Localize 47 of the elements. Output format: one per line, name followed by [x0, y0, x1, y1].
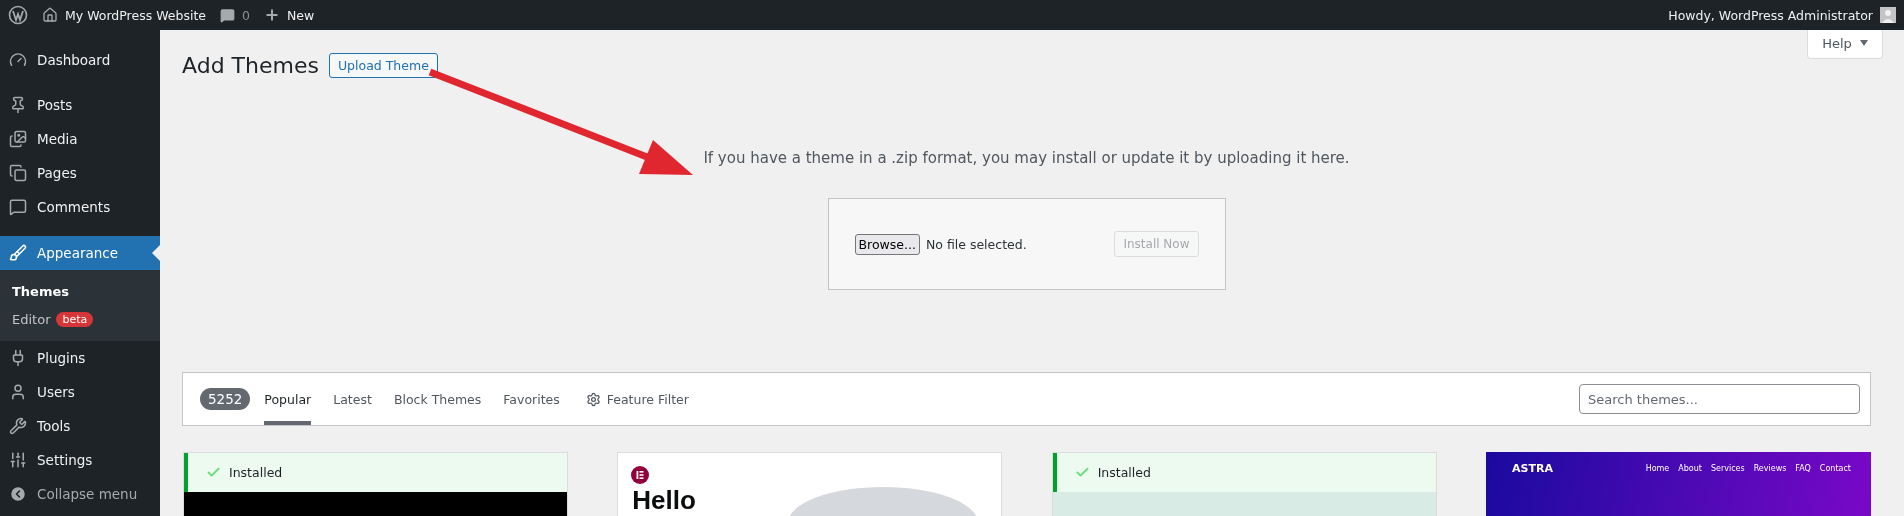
submenu-item[interactable]: Themes [0, 277, 160, 305]
sidebar-item[interactable]: Tools [0, 409, 160, 443]
beta-badge: beta [56, 311, 94, 327]
search-field[interactable]: Search themes... [1579, 384, 1860, 414]
sidebar-item[interactable]: Users [0, 375, 160, 409]
sidebar-item[interactable]: Comments [0, 190, 160, 224]
filter-tab[interactable]: Popular [264, 373, 312, 425]
theme-card[interactable]: Hello [617, 452, 1003, 516]
filter-tab[interactable]: Block Themes [393, 373, 482, 425]
feature-filter-button[interactable]: Feature Filter [585, 373, 689, 425]
preview-nav-link: Contact [1819, 464, 1851, 473]
theme-card[interactable]: Installed [1051, 452, 1437, 516]
preview-nav-link: Home [1645, 464, 1670, 473]
theme-card[interactable]: ASTRA Home About Services Reviews FAQ Contact [1486, 452, 1871, 516]
upload-description: If you have a theme in a .zip format, you may install or update it by uploading it here. [702, 149, 1351, 167]
sidebar-item[interactable]: Plugins [0, 341, 160, 375]
collapse-menu-button[interactable]: Collapse menu [0, 477, 160, 511]
submenu-item[interactable]: Editor beta [0, 305, 160, 333]
submenu-label: Editor [12, 311, 51, 327]
help-tab[interactable]: Help [1807, 30, 1883, 59]
theme-card[interactable]: Installed [183, 452, 568, 516]
sidebar-item[interactable]: Posts [0, 88, 160, 122]
comments-link[interactable]: 0 [220, 7, 250, 23]
sidebar-item[interactable]: Settings [0, 443, 160, 477]
theme-count: 5252 [200, 388, 251, 410]
sidebar-item[interactable]: Appearance [0, 236, 160, 270]
preview-nav-link: Reviews [1753, 464, 1787, 473]
filter-tab[interactable]: Latest [333, 373, 372, 425]
preview-nav-link: About [1678, 464, 1702, 473]
submenu-label: Themes [12, 283, 70, 299]
account-link[interactable]: Howdy, WordPress Administrator [1668, 7, 1896, 23]
filter-tab[interactable]: Favorites [503, 373, 560, 425]
site-name-link[interactable]: My WordPress Website [42, 7, 206, 23]
installed-label: Installed [229, 465, 283, 480]
new-link[interactable]: New [263, 7, 315, 23]
installed-label: Installed [1097, 465, 1151, 480]
browse-button[interactable]: Browse... [854, 233, 920, 255]
preview-nav-link: Services [1710, 464, 1745, 473]
sidebar-item[interactable]: Pages [0, 156, 160, 190]
preview-logo: ASTRA [1512, 462, 1553, 475]
preview-nav-link: FAQ [1795, 464, 1811, 473]
preview-heading: Hello [632, 487, 696, 513]
sidebar-item[interactable]: Dashboard [0, 43, 160, 77]
page-title: Add Themes [182, 52, 319, 78]
upload-theme-button[interactable]: Upload Theme [328, 52, 438, 78]
file-status: No file selected. [925, 236, 1028, 252]
sidebar-item[interactable]: Media [0, 122, 160, 156]
